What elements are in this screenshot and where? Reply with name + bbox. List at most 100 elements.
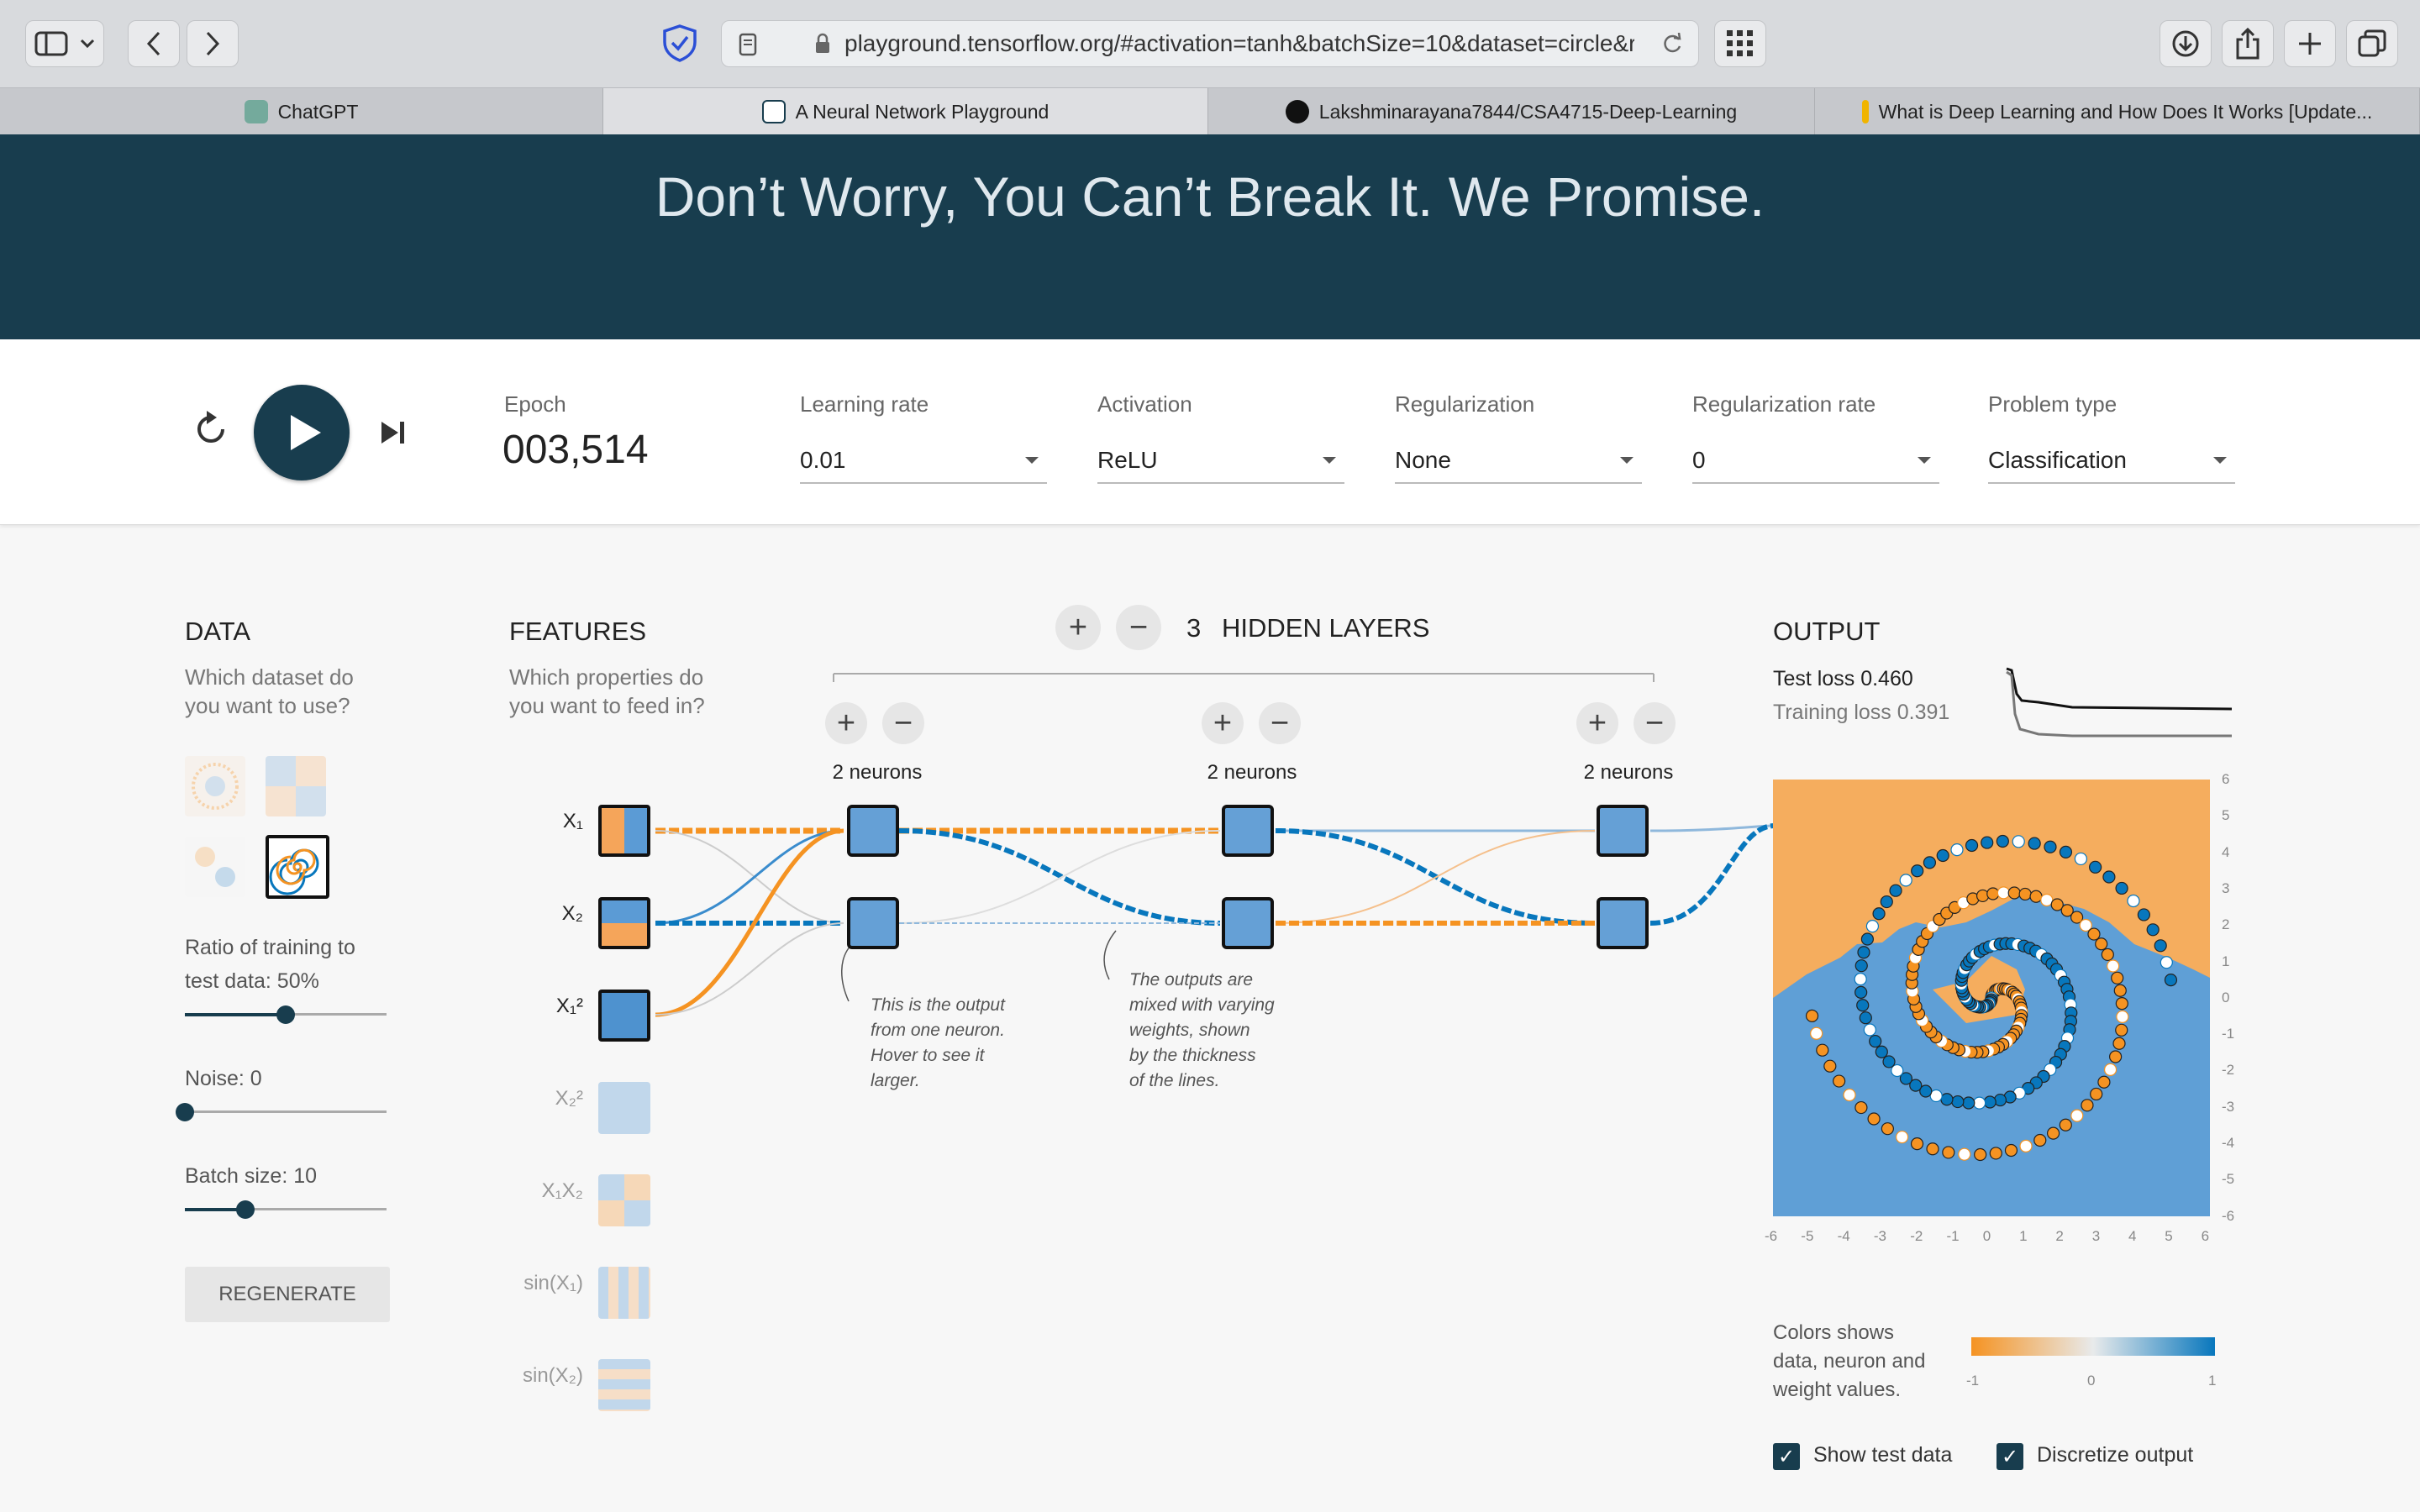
- show-test-data-checkbox[interactable]: ✓: [1773, 1443, 1800, 1470]
- feature-x1-squared[interactable]: [598, 990, 650, 1042]
- weight-line[interactable]: [655, 830, 844, 924]
- remove-neuron-button[interactable]: −: [882, 702, 924, 744]
- data-point: [1865, 920, 1880, 933]
- data-point: [1996, 886, 2010, 900]
- feature-sin-x1[interactable]: [598, 1267, 650, 1319]
- data-point: [1965, 838, 1979, 853]
- x-tick: -4: [1837, 1228, 1850, 1244]
- weight-line[interactable]: [1649, 823, 1776, 926]
- x-tick: 4: [2128, 1228, 2137, 1244]
- neuron[interactable]: [1222, 805, 1274, 857]
- data-point: [1936, 848, 1949, 863]
- annotation-line: This is the output: [871, 995, 1005, 1015]
- remove-layer-button[interactable]: −: [1116, 605, 1161, 650]
- data-point: [1854, 985, 1868, 999]
- weight-line[interactable]: [655, 922, 844, 1016]
- remove-neuron-button[interactable]: −: [1259, 702, 1301, 744]
- data-point: [2007, 886, 2021, 900]
- data-point: [2137, 908, 2150, 921]
- data-point: [2059, 845, 2073, 858]
- data-point: [2089, 860, 2102, 874]
- data-point: [1860, 932, 1874, 946]
- data-point: [1863, 1023, 1876, 1037]
- feature-sin-x2[interactable]: [598, 1359, 650, 1411]
- x-tick: -6: [1765, 1228, 1778, 1244]
- data-point: [2059, 1118, 2072, 1131]
- data-point: [2116, 1010, 2129, 1024]
- data-point: [2111, 971, 2124, 984]
- feature-x2-squared[interactable]: [598, 1082, 650, 1134]
- output-plot[interactable]: [1773, 780, 2210, 1216]
- y-tick: -1: [2222, 1026, 2235, 1042]
- discretize-output-checkbox[interactable]: ✓: [1996, 1443, 2023, 1470]
- neuron[interactable]: [847, 805, 899, 857]
- annotation-line: weights, shown: [1129, 1021, 1250, 1040]
- data-point: [2115, 997, 2128, 1011]
- data-point: [1875, 1045, 1888, 1058]
- data-point: [2081, 1099, 2094, 1112]
- data-point: [1810, 1026, 1823, 1040]
- weight-line[interactable]: [655, 829, 844, 925]
- annotation-line: Hover to see it: [871, 1046, 985, 1065]
- annotation-line: from one neuron.: [871, 1021, 1005, 1040]
- data-point: [1951, 1095, 1965, 1109]
- data-point: [1805, 1009, 1819, 1023]
- data-point: [2074, 852, 2088, 866]
- data-point: [2107, 959, 2120, 973]
- discretize-output-label: Discretize output: [2037, 1443, 2194, 1467]
- data-point: [1973, 1096, 1986, 1110]
- feature-label-x2: X₂: [561, 902, 583, 925]
- neuron[interactable]: [1597, 805, 1649, 857]
- data-point: [1882, 1055, 1896, 1068]
- x-tick: 1: [2019, 1228, 2028, 1244]
- layer-3-neuron-count: 2 neurons: [1583, 761, 1674, 784]
- data-point: [2044, 840, 2057, 853]
- weight-line[interactable]: [1275, 830, 1596, 924]
- data-points: [1805, 834, 2178, 1162]
- add-neuron-button[interactable]: +: [1202, 702, 1244, 744]
- feature-label-x2-squared: X₂²: [555, 1087, 583, 1110]
- x-tick: 2: [2055, 1228, 2064, 1244]
- x-tick: -1: [1946, 1228, 1960, 1244]
- y-tick: -2: [2222, 1062, 2235, 1079]
- feature-label-x1: X₁: [562, 810, 583, 832]
- data-point: [2018, 887, 2032, 901]
- data-point: [2112, 1037, 2126, 1050]
- x-tick: 6: [2201, 1228, 2210, 1244]
- y-tick: -3: [2222, 1098, 2235, 1115]
- data-point: [1856, 999, 1870, 1012]
- neuron[interactable]: [1222, 897, 1274, 949]
- data-point: [2113, 984, 2127, 997]
- y-tick: -5: [2222, 1171, 2235, 1188]
- weight-line[interactable]: [898, 828, 1221, 926]
- annotation-neuron-output: This is the output from one neuron. Hove…: [871, 993, 1005, 1094]
- feature-x2[interactable]: [598, 897, 650, 949]
- data-point: [1958, 1147, 1971, 1161]
- annotation-line: of the lines.: [1129, 1071, 1220, 1090]
- add-neuron-button[interactable]: +: [825, 702, 867, 744]
- neuron[interactable]: [1597, 897, 1649, 949]
- feature-x1[interactable]: [598, 805, 650, 857]
- add-neuron-button[interactable]: +: [1576, 702, 1618, 744]
- x-tick: 3: [2091, 1228, 2101, 1244]
- data-point: [1872, 907, 1886, 921]
- neuron[interactable]: [847, 897, 899, 949]
- remove-neuron-button[interactable]: −: [1634, 702, 1676, 744]
- feature-x1x2[interactable]: [598, 1174, 650, 1226]
- data-point: [1889, 884, 1902, 897]
- data-point: [1880, 895, 1893, 909]
- data-point: [2154, 939, 2167, 953]
- data-point: [2164, 973, 2178, 987]
- color-legend-text: Colors shows data, neuron and weight val…: [1773, 1319, 1926, 1404]
- data-point: [1910, 1137, 1924, 1151]
- feature-label-sin-x1: sin(X₁): [523, 1272, 583, 1294]
- y-tick: -6: [2222, 1207, 2235, 1224]
- data-point: [1895, 1130, 1909, 1144]
- data-point: [2028, 837, 2041, 850]
- y-tick: 1: [2222, 953, 2230, 969]
- data-point: [2033, 1133, 2047, 1147]
- data-point: [2095, 937, 2108, 951]
- weight-line[interactable]: [1649, 824, 1776, 832]
- network-connections: [655, 673, 1776, 1017]
- add-layer-button[interactable]: +: [1055, 605, 1101, 650]
